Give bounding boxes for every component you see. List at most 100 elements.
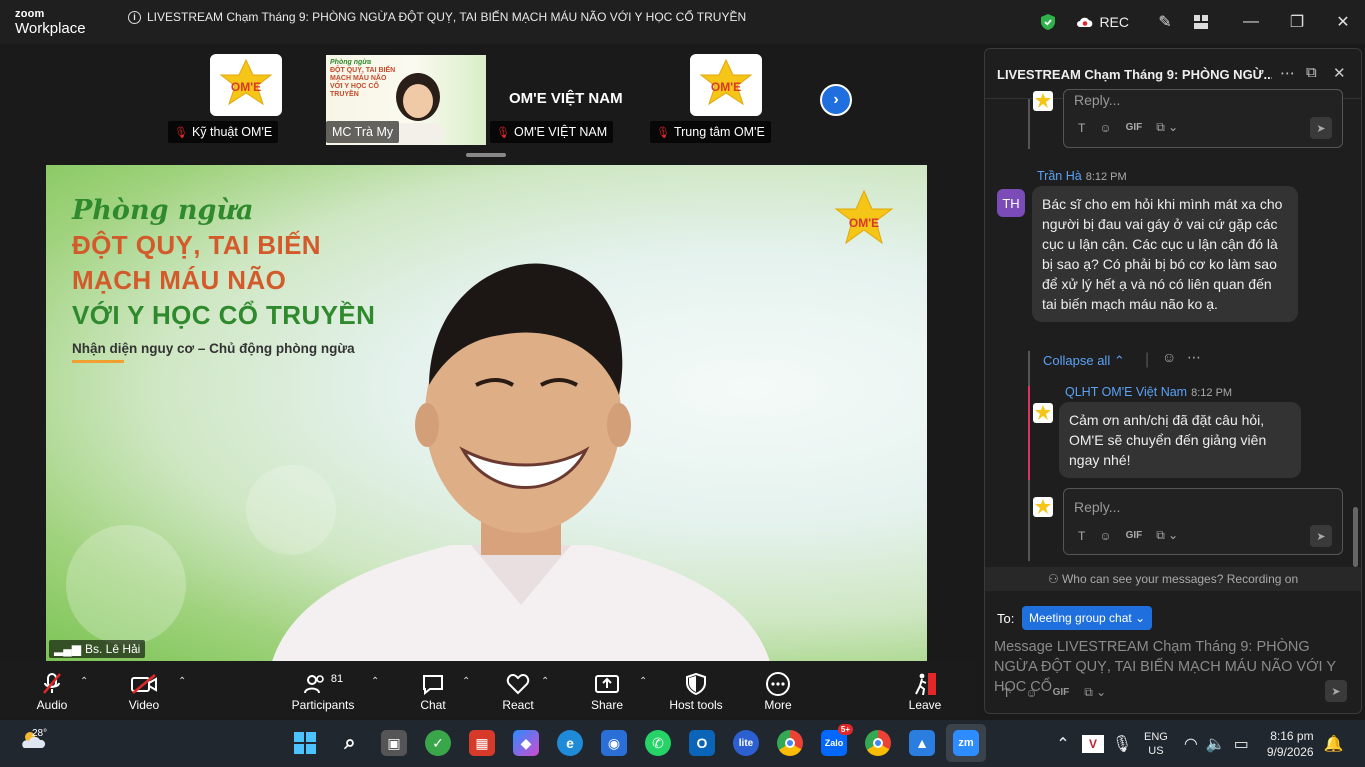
notification-bell-icon[interactable]: 🔔 <box>1324 734 1344 754</box>
video-options-caret[interactable]: ⌃ <box>178 676 186 687</box>
participants-options-caret[interactable]: ⌃ <box>371 676 379 687</box>
add-reaction-icon[interactable]: ☺ <box>1162 349 1176 365</box>
share-label: Share <box>590 698 624 712</box>
message-more-icon[interactable]: ⋯ <box>1187 349 1201 366</box>
audio-options-caret[interactable]: ⌃ <box>80 676 88 687</box>
thumb-logo-ky-thuat[interactable]: OM'E <box>210 54 282 116</box>
battery-icon[interactable]: ▭ <box>1234 734 1249 754</box>
text-format-icon[interactable]: T <box>1078 529 1085 543</box>
zalo-icon[interactable]: Zalo 5+ <box>821 724 853 756</box>
chat-scrollbar[interactable] <box>1353 507 1358 567</box>
app-red-icon[interactable]: ▦ <box>469 730 495 756</box>
outlook-icon[interactable]: O <box>689 730 715 756</box>
subtitle-underline <box>72 360 124 363</box>
message-time: 8:12 PM <box>1085 171 1127 183</box>
app-green-icon[interactable]: ✓ <box>425 730 451 756</box>
task-view-icon[interactable]: ▣ <box>381 730 407 756</box>
screenshot-icon[interactable]: ⧉ ⌄ <box>1156 528 1178 543</box>
collapse-all-button[interactable]: Collapse all ⌃ <box>1043 353 1125 369</box>
mic-muted-icon <box>41 670 63 698</box>
microphone-icon[interactable]: 🎙 <box>1110 734 1134 754</box>
leave-button[interactable]: Leave <box>908 661 942 717</box>
volume-icon[interactable]: 🔈 <box>1206 734 1226 754</box>
thumbnail-strip-handle[interactable] <box>466 153 506 157</box>
zoom-logo: zoom Workplace <box>15 9 86 37</box>
gif-button[interactable]: GIF <box>1126 530 1143 541</box>
next-page-button[interactable]: › <box>820 84 852 116</box>
reply-box[interactable]: Reply... T ☺ GIF ⧉ ⌄ ➤ <box>1063 488 1343 555</box>
chat-options-caret[interactable]: ⌃ <box>462 676 470 687</box>
info-icon[interactable]: i <box>128 10 141 24</box>
more-button[interactable]: More <box>762 661 794 717</box>
participants-button[interactable]: 81 Participants <box>290 661 356 717</box>
app-blue-icon[interactable]: ◉ <box>601 730 627 756</box>
video-button[interactable]: Video <box>124 661 164 717</box>
weather-widget[interactable]: 28° <box>18 728 48 758</box>
chrome-profile-icon[interactable] <box>865 730 891 756</box>
emoji-icon[interactable]: ☺ <box>1099 121 1111 135</box>
unikey-icon[interactable]: V <box>1082 734 1104 753</box>
photos-icon[interactable]: ▲ <box>909 730 935 756</box>
participant-label: MC Trà My <box>326 121 400 143</box>
screenshot-icon[interactable]: ⧉ ⌄ <box>1084 685 1106 700</box>
thread-line <box>1028 99 1030 149</box>
send-icon[interactable]: ➤ <box>1310 117 1332 139</box>
close-chat-icon[interactable]: ✕ <box>1333 64 1346 82</box>
audio-button[interactable]: Audio <box>32 661 72 717</box>
chat-panel: LIVESTREAM Chạm Tháng 9: PHÒNG NGỪ... ⋯ … <box>984 48 1362 714</box>
participant-label: 🎙 OM'E VIỆT NAM <box>490 121 614 143</box>
annotate-icon[interactable]: ✎ <box>1147 4 1183 40</box>
copilot-icon[interactable]: ◆ <box>513 730 539 756</box>
unread-indicator <box>1028 386 1030 480</box>
encryption-shield-icon[interactable] <box>1030 4 1066 40</box>
language-indicator[interactable]: ENG US <box>1144 730 1168 758</box>
gif-button[interactable]: GIF <box>1053 687 1070 698</box>
visibility-note[interactable]: ⚇ Who can see your messages? Recording o… <box>985 567 1361 591</box>
view-grid-icon[interactable] <box>1183 4 1219 40</box>
tray-overflow-icon[interactable]: ⌃ <box>1052 734 1074 754</box>
react-options-caret[interactable]: ⌃ <box>541 676 549 687</box>
thumb-text-ome-vn[interactable]: OM'E VIỆT NAM <box>509 90 623 107</box>
lite-app-icon[interactable]: lite <box>733 730 759 756</box>
reply-box-top[interactable]: Reply... T ☺ GIF ⧉ ⌄ ➤ <box>1063 89 1343 148</box>
zalo-badge: 5+ <box>837 724 853 735</box>
search-icon[interactable]: ⌕ <box>337 730 363 756</box>
recipient-dropdown[interactable]: Meeting group chat ⌄ <box>1022 606 1153 630</box>
ome-logo-icon: OM'E <box>834 189 894 245</box>
chat-button[interactable]: Chat <box>416 661 450 717</box>
maximize-icon[interactable]: ❐ <box>1279 4 1315 40</box>
send-icon[interactable]: ➤ <box>1310 525 1332 547</box>
region-code: US <box>1148 744 1164 757</box>
chevron-right-icon: › <box>833 91 839 108</box>
main-video[interactable]: Phòng ngừa ĐỘT QUỴ, TAI BIẾN MẠCH MÁU NÃ… <box>46 165 927 661</box>
share-button[interactable]: Share <box>588 661 626 717</box>
zoom-taskbar-icon[interactable]: zm <box>953 730 979 756</box>
participant-label: 🎙 Kỹ thuật OM'E <box>168 121 279 143</box>
pop-out-icon[interactable]: ⧉ <box>1306 64 1317 81</box>
gif-button[interactable]: GIF <box>1126 122 1143 133</box>
whatsapp-icon[interactable]: ✆ <box>645 730 671 756</box>
more-options-icon[interactable]: ⋯ <box>1280 64 1295 82</box>
text-format-icon[interactable]: T <box>1003 686 1010 700</box>
text-format-icon[interactable]: T <box>1078 121 1085 135</box>
chrome-icon[interactable] <box>777 730 803 756</box>
edge-icon[interactable]: e <box>557 730 583 756</box>
close-icon[interactable]: ✕ <box>1325 4 1361 40</box>
minimize-icon[interactable]: — <box>1233 4 1269 40</box>
emoji-icon[interactable]: ☺ <box>1025 686 1037 700</box>
clock[interactable]: 8:16 pm 9/9/2026 <box>1267 728 1314 760</box>
windows-start-icon[interactable] <box>292 730 318 756</box>
host-tools-button[interactable]: Host tools <box>666 661 726 717</box>
recording-indicator[interactable]: REC <box>1076 14 1129 30</box>
screenshot-icon[interactable]: ⧉ ⌄ <box>1156 120 1178 135</box>
react-button[interactable]: React <box>500 661 536 717</box>
signal-bars-icon: ▂▄▆ <box>54 642 81 656</box>
thumb-logo-trung-tam[interactable]: OM'E <box>690 54 762 116</box>
share-options-caret[interactable]: ⌃ <box>639 676 647 687</box>
reply-placeholder: Reply... <box>1074 499 1121 515</box>
host-tools-label: Host tools <box>669 698 723 712</box>
more-label: More <box>764 698 792 712</box>
emoji-icon[interactable]: ☺ <box>1099 529 1111 543</box>
wifi-icon[interactable]: ◠ <box>1184 734 1198 754</box>
send-message-icon[interactable]: ➤ <box>1325 680 1347 702</box>
